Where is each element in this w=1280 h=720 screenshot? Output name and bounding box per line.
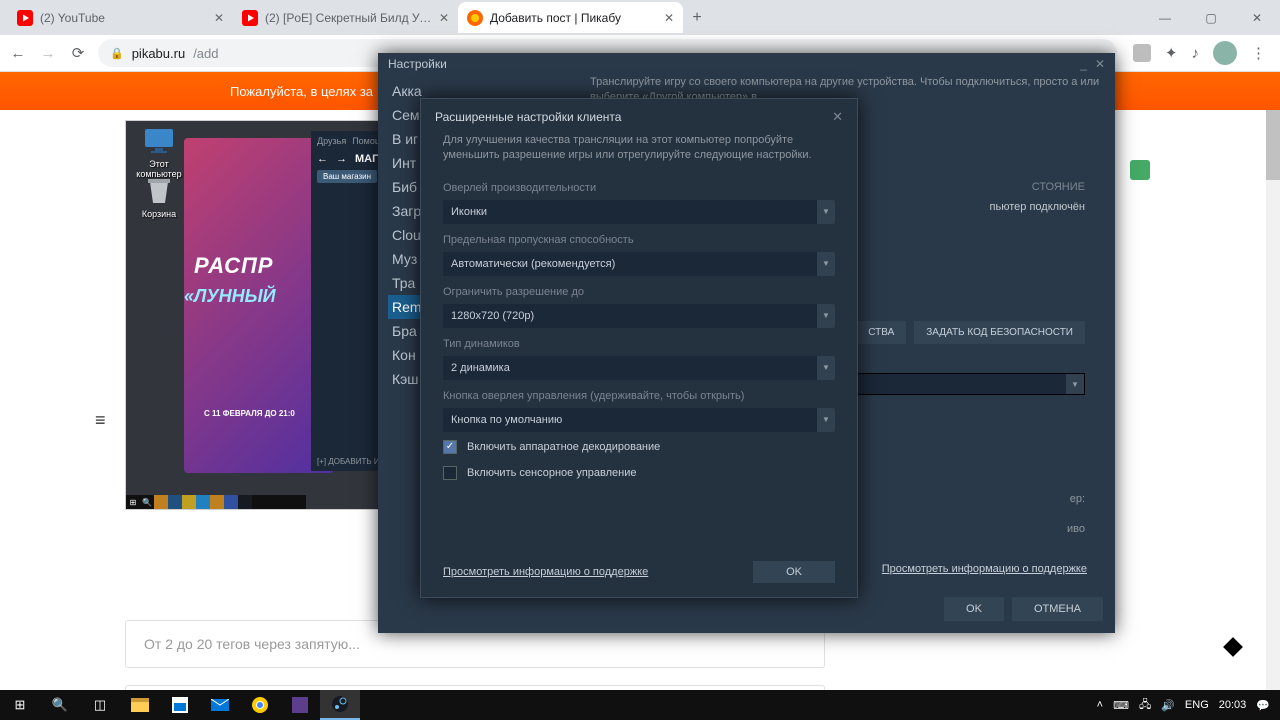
advanced-client-settings-modal: Расширенные настройки клиента ✕ Для улуч… [420, 98, 858, 598]
maximize-button[interactable]: ▢ [1188, 0, 1234, 35]
chevron-down-icon: ▼ [1066, 374, 1084, 394]
steam-icon[interactable] [320, 690, 360, 720]
close-button[interactable]: ✕ [1234, 0, 1280, 35]
task-view-button[interactable]: ◫ [80, 690, 120, 720]
hamburger-icon[interactable]: ≡ [95, 410, 106, 431]
touch-checkbox[interactable] [443, 466, 457, 480]
overlay-label: Оверлей производительности [421, 174, 857, 198]
notifications-icon[interactable]: 💬 [1256, 699, 1270, 712]
browser-tab-bar: (2) YouTube ✕ (2) [PoE] Секретный Билд У… [0, 0, 1280, 35]
new-tab-button[interactable]: + [683, 9, 711, 27]
overlay-button-label: Кнопка оверлея управления (удерживайте, … [421, 382, 857, 406]
state-value: пьютер подключён [990, 201, 1085, 213]
sale-line1: РАСПР [194, 253, 273, 279]
forward-button[interactable]: → [38, 45, 58, 62]
store-icon[interactable] [160, 690, 200, 720]
volume-icon[interactable]: 🔊 [1161, 699, 1175, 712]
extensions-button[interactable]: ✦ [1165, 44, 1178, 62]
scroll-thumb[interactable] [1266, 110, 1280, 180]
ok-button[interactable]: OK [753, 561, 835, 583]
tab-youtube[interactable]: (2) YouTube ✕ [8, 2, 233, 33]
banner-text: Пожалуйста, в целях за [230, 84, 373, 99]
close-icon[interactable]: ✕ [1095, 57, 1105, 71]
tab-title: (2) YouTube [40, 11, 207, 25]
chevron-down-icon: ▼ [817, 252, 835, 276]
windows-taskbar: ⊞ 🔍 ◫ ˄ ⌨ 🖧 🔊 ENG 20:03 💬 [0, 690, 1280, 720]
system-tray: ˄ ⌨ 🖧 🔊 ENG 20:03 💬 [1087, 696, 1280, 715]
sale-sub: С 11 ФЕВРАЛЯ ДО 21:0 [204, 409, 295, 418]
reload-button[interactable]: ⟳ [68, 44, 88, 62]
hw-decode-label: Включить аппаратное декодирование [467, 441, 660, 453]
chevron-down-icon: ▼ [817, 356, 835, 380]
close-icon[interactable]: ✕ [832, 109, 843, 125]
app-icon[interactable] [280, 690, 320, 720]
devices-button[interactable]: СТВА [856, 321, 906, 344]
overlay-select[interactable]: Иконки ▼ [443, 200, 835, 224]
side-widget [1130, 160, 1150, 180]
touch-label: Включить сенсорное управление [467, 467, 636, 479]
minimize-button[interactable]: — [1142, 0, 1188, 35]
state-label: СТОЯНИЕ [1032, 181, 1085, 193]
chrome-icon[interactable] [240, 690, 280, 720]
scrollbar[interactable] [1266, 110, 1280, 690]
close-icon[interactable]: ✕ [214, 11, 224, 25]
speakers-label: Тип динамиков [421, 330, 857, 354]
chevron-down-icon: ▼ [817, 408, 835, 432]
back-button[interactable]: ← [8, 45, 28, 62]
chevron-down-icon: ▼ [817, 200, 835, 224]
resolution-select[interactable]: 1280x720 (720p) ▼ [443, 304, 835, 328]
extension-icons: ✦ ♪ ⋮ [1127, 41, 1272, 65]
url-path: /add [193, 46, 218, 61]
mail-icon[interactable] [200, 690, 240, 720]
sale-line2: «ЛУННЫЙ [184, 286, 276, 307]
modal-title: Расширенные настройки клиента [435, 110, 621, 124]
language-indicator[interactable]: ENG [1185, 699, 1209, 711]
start-button[interactable]: ⊞ [0, 690, 40, 720]
overlay-button-select[interactable]: Кнопка по умолчанию ▼ [443, 408, 835, 432]
bandwidth-label: Предельная пропускная способность [421, 226, 857, 250]
desktop-bin-icon: Корзина [129, 176, 189, 219]
lock-icon: 🔒 [110, 47, 124, 60]
cancel-button[interactable]: ОТМЕНА [1012, 597, 1103, 621]
modal-description: Для улучшения качества трансляции на это… [421, 133, 857, 174]
extension-icon[interactable] [1133, 44, 1151, 62]
tags-placeholder: От 2 до 20 тегов через запятую... [144, 636, 360, 652]
ok-button[interactable]: OK [944, 597, 1004, 621]
profile-avatar[interactable] [1213, 41, 1237, 65]
window-controls: — ▢ ✕ [1142, 0, 1280, 35]
resolution-label: Ограничить разрешение до [421, 278, 857, 302]
desktop-pc-icon: Этот компьютер [129, 126, 189, 179]
partial-label: ер: [1070, 493, 1085, 505]
tab-poe[interactable]: (2) [PoE] Секретный Билд Убило ✕ [233, 2, 458, 33]
bandwidth-select[interactable]: Автоматически (рекомендуется) ▼ [443, 252, 835, 276]
tab-title: (2) [PoE] Секретный Билд Убило [265, 11, 432, 25]
tab-pikabu[interactable]: Добавить пост | Пикабу ✕ [458, 2, 683, 33]
partial-label: иво [1067, 523, 1085, 535]
support-link[interactable]: Просмотреть информацию о поддержке [882, 563, 1087, 575]
close-icon[interactable]: ✕ [439, 11, 449, 25]
feedback-icon[interactable] [1223, 637, 1243, 657]
url-host: pikabu.ru [132, 46, 185, 61]
chevron-down-icon: ▼ [817, 304, 835, 328]
settings-select[interactable]: ▼ [855, 373, 1085, 395]
hw-decode-checkbox[interactable] [443, 440, 457, 454]
minimize-icon[interactable]: _ [1080, 57, 1087, 71]
steam-settings-title: Настройки _ ✕ [378, 53, 1115, 75]
explorer-icon[interactable] [120, 690, 160, 720]
pikabu-icon [467, 10, 483, 26]
clock[interactable]: 20:03 [1219, 699, 1247, 711]
youtube-icon [242, 10, 258, 26]
tray-chevron-icon[interactable]: ˄ [1097, 699, 1103, 711]
youtube-icon [17, 10, 33, 26]
menu-button[interactable]: ⋮ [1251, 44, 1266, 62]
support-link[interactable]: Просмотреть информацию о поддержке [443, 566, 648, 578]
close-icon[interactable]: ✕ [664, 11, 674, 25]
security-code-button[interactable]: ЗАДАТЬ КОД БЕЗОПАСНОСТИ [914, 321, 1085, 344]
search-button[interactable]: 🔍 [40, 690, 80, 720]
network-icon[interactable]: 🖧 [1139, 696, 1151, 715]
speakers-select[interactable]: 2 динамика ▼ [443, 356, 835, 380]
media-button[interactable]: ♪ [1192, 45, 1200, 62]
keyboard-icon[interactable]: ⌨ [1113, 699, 1129, 712]
tab-title: Добавить пост | Пикабу [490, 11, 657, 25]
